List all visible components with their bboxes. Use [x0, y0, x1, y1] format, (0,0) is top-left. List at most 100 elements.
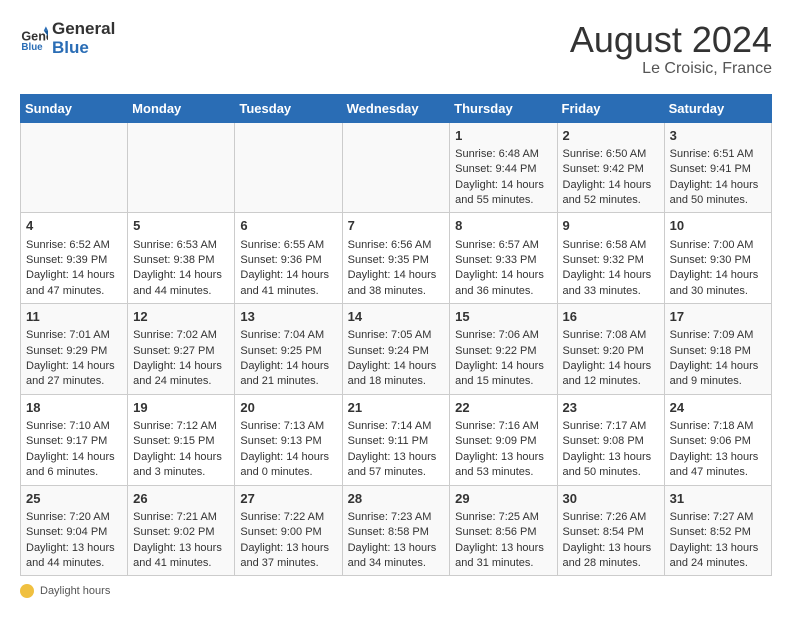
calendar-day-12: 12 Sunrise: 7:02 AM Sunset: 9:27 PM Dayli… [128, 304, 235, 395]
title-area: August 2024 Le Croisic, France [570, 20, 772, 78]
day-number: 23 [563, 399, 659, 417]
day-info: Sunrise: 6:58 AM Sunset: 9:32 PM Dayligh… [563, 239, 652, 297]
day-header-monday: Monday [128, 94, 235, 122]
logo-general-text: General [52, 20, 115, 39]
calendar-empty-cell [128, 122, 235, 213]
day-number: 7 [348, 217, 445, 235]
month-title: August 2024 [570, 20, 772, 60]
day-header-thursday: Thursday [450, 94, 557, 122]
calendar-day-6: 6 Sunrise: 6:55 AM Sunset: 9:36 PM Daylig… [235, 213, 342, 304]
day-number: 17 [670, 308, 766, 326]
calendar-day-27: 27 Sunrise: 7:22 AM Sunset: 9:00 PM Dayli… [235, 485, 342, 576]
calendar-day-25: 25 Sunrise: 7:20 AM Sunset: 9:04 PM Dayli… [21, 485, 128, 576]
calendar-day-31: 31Sunrise: 7:27 AM Sunset: 8:52 PM Dayli… [664, 485, 771, 576]
day-info: Sunrise: 7:10 AM Sunset: 9:17 PM Dayligh… [26, 420, 115, 478]
calendar-day-26: 26 Sunrise: 7:21 AM Sunset: 9:02 PM Dayli… [128, 485, 235, 576]
day-header-friday: Friday [557, 94, 664, 122]
logo-blue-text: Blue [52, 39, 115, 58]
calendar-day-17: 17Sunrise: 7:09 AM Sunset: 9:18 PM Dayli… [664, 304, 771, 395]
day-number: 13 [240, 308, 336, 326]
day-header-tuesday: Tuesday [235, 94, 342, 122]
day-info: Sunrise: 7:02 AM Sunset: 9:27 PM Dayligh… [133, 329, 222, 387]
calendar-day-1: 1Sunrise: 6:48 AM Sunset: 9:44 PM Daylig… [450, 122, 557, 213]
day-number: 22 [455, 399, 551, 417]
day-info: Sunrise: 7:17 AM Sunset: 9:08 PM Dayligh… [563, 420, 652, 478]
day-info: Sunrise: 7:00 AM Sunset: 9:30 PM Dayligh… [670, 239, 759, 297]
location-title: Le Croisic, France [570, 60, 772, 78]
day-info: Sunrise: 7:16 AM Sunset: 9:09 PM Dayligh… [455, 420, 544, 478]
day-number: 2 [563, 127, 659, 145]
calendar-day-8: 8Sunrise: 6:57 AM Sunset: 9:33 PM Daylig… [450, 213, 557, 304]
day-header-saturday: Saturday [664, 94, 771, 122]
logo-icon: General Blue [20, 25, 48, 53]
day-info: Sunrise: 7:06 AM Sunset: 9:22 PM Dayligh… [455, 329, 544, 387]
calendar-day-30: 30Sunrise: 7:26 AM Sunset: 8:54 PM Dayli… [557, 485, 664, 576]
day-info: Sunrise: 7:21 AM Sunset: 9:02 PM Dayligh… [133, 511, 222, 569]
calendar-week-3: 11 Sunrise: 7:01 AM Sunset: 9:29 PM Dayli… [21, 304, 772, 395]
day-info: Sunrise: 7:08 AM Sunset: 9:20 PM Dayligh… [563, 329, 652, 387]
day-info: Sunrise: 7:20 AM Sunset: 9:04 PM Dayligh… [26, 511, 115, 569]
day-number: 29 [455, 490, 551, 508]
calendar-footer: Daylight hours [20, 584, 772, 598]
day-info: Sunrise: 7:01 AM Sunset: 9:29 PM Dayligh… [26, 329, 115, 387]
page-header: General Blue General Blue August 2024 Le… [20, 20, 772, 78]
calendar-day-21: 21 Sunrise: 7:14 AM Sunset: 9:11 PM Dayli… [342, 394, 450, 485]
calendar-day-13: 13 Sunrise: 7:04 AM Sunset: 9:25 PM Dayli… [235, 304, 342, 395]
calendar-day-18: 18 Sunrise: 7:10 AM Sunset: 9:17 PM Dayli… [21, 394, 128, 485]
day-number: 14 [348, 308, 445, 326]
calendar-week-5: 25 Sunrise: 7:20 AM Sunset: 9:04 PM Dayli… [21, 485, 772, 576]
calendar-day-10: 10 Sunrise: 7:00 AM Sunset: 9:30 PM Dayli… [664, 213, 771, 304]
day-number: 11 [26, 308, 122, 326]
calendar-day-16: 16 Sunrise: 7:08 AM Sunset: 9:20 PM Dayli… [557, 304, 664, 395]
calendar-day-7: 7 Sunrise: 6:56 AM Sunset: 9:35 PM Daylig… [342, 213, 450, 304]
day-number: 8 [455, 217, 551, 235]
day-number: 10 [670, 217, 766, 235]
day-number: 18 [26, 399, 122, 417]
calendar-day-9: 9Sunrise: 6:58 AM Sunset: 9:32 PM Daylig… [557, 213, 664, 304]
day-info: Sunrise: 6:56 AM Sunset: 9:35 PM Dayligh… [348, 239, 437, 297]
day-number: 6 [240, 217, 336, 235]
day-info: Sunrise: 7:18 AM Sunset: 9:06 PM Dayligh… [670, 420, 759, 478]
calendar-day-29: 29Sunrise: 7:25 AM Sunset: 8:56 PM Dayli… [450, 485, 557, 576]
day-number: 24 [670, 399, 766, 417]
day-number: 12 [133, 308, 229, 326]
calendar-week-4: 18 Sunrise: 7:10 AM Sunset: 9:17 PM Dayli… [21, 394, 772, 485]
day-number: 19 [133, 399, 229, 417]
calendar-empty-cell [235, 122, 342, 213]
calendar-day-14: 14 Sunrise: 7:05 AM Sunset: 9:24 PM Dayli… [342, 304, 450, 395]
svg-text:Blue: Blue [21, 42, 43, 53]
calendar-day-5: 5Sunrise: 6:53 AM Sunset: 9:38 PM Daylig… [128, 213, 235, 304]
day-header-wednesday: Wednesday [342, 94, 450, 122]
calendar-day-20: 20 Sunrise: 7:13 AM Sunset: 9:13 PM Dayli… [235, 394, 342, 485]
day-info: Sunrise: 7:14 AM Sunset: 9:11 PM Dayligh… [348, 420, 437, 478]
day-info: Sunrise: 7:04 AM Sunset: 9:25 PM Dayligh… [240, 329, 329, 387]
calendar-day-19: 19 Sunrise: 7:12 AM Sunset: 9:15 PM Dayli… [128, 394, 235, 485]
day-header-sunday: Sunday [21, 94, 128, 122]
day-number: 31 [670, 490, 766, 508]
calendar-day-4: 4Sunrise: 6:52 AM Sunset: 9:39 PM Daylig… [21, 213, 128, 304]
calendar-day-28: 28 Sunrise: 7:23 AM Sunset: 8:58 PM Dayli… [342, 485, 450, 576]
day-number: 16 [563, 308, 659, 326]
day-number: 25 [26, 490, 122, 508]
day-info: Sunrise: 7:12 AM Sunset: 9:15 PM Dayligh… [133, 420, 222, 478]
day-number: 27 [240, 490, 336, 508]
day-number: 21 [348, 399, 445, 417]
day-number: 20 [240, 399, 336, 417]
day-info: Sunrise: 6:55 AM Sunset: 9:36 PM Dayligh… [240, 239, 329, 297]
calendar-day-22: 22 Sunrise: 7:16 AM Sunset: 9:09 PM Dayli… [450, 394, 557, 485]
calendar-week-2: 4Sunrise: 6:52 AM Sunset: 9:39 PM Daylig… [21, 213, 772, 304]
day-number: 28 [348, 490, 445, 508]
day-number: 15 [455, 308, 551, 326]
calendar-day-15: 15 Sunrise: 7:06 AM Sunset: 9:22 PM Dayli… [450, 304, 557, 395]
calendar-header-row: SundayMondayTuesdayWednesdayThursdayFrid… [21, 94, 772, 122]
day-info: Sunrise: 7:05 AM Sunset: 9:24 PM Dayligh… [348, 329, 437, 387]
calendar-table: SundayMondayTuesdayWednesdayThursdayFrid… [20, 94, 772, 577]
svg-text:General: General [21, 29, 48, 43]
day-info: Sunrise: 6:52 AM Sunset: 9:39 PM Dayligh… [26, 239, 115, 297]
day-number: 26 [133, 490, 229, 508]
day-info: Sunrise: 7:23 AM Sunset: 8:58 PM Dayligh… [348, 511, 437, 569]
day-number: 5 [133, 217, 229, 235]
day-number: 1 [455, 127, 551, 145]
day-info: Sunrise: 7:22 AM Sunset: 9:00 PM Dayligh… [240, 511, 329, 569]
day-info: Sunrise: 7:13 AM Sunset: 9:13 PM Dayligh… [240, 420, 329, 478]
